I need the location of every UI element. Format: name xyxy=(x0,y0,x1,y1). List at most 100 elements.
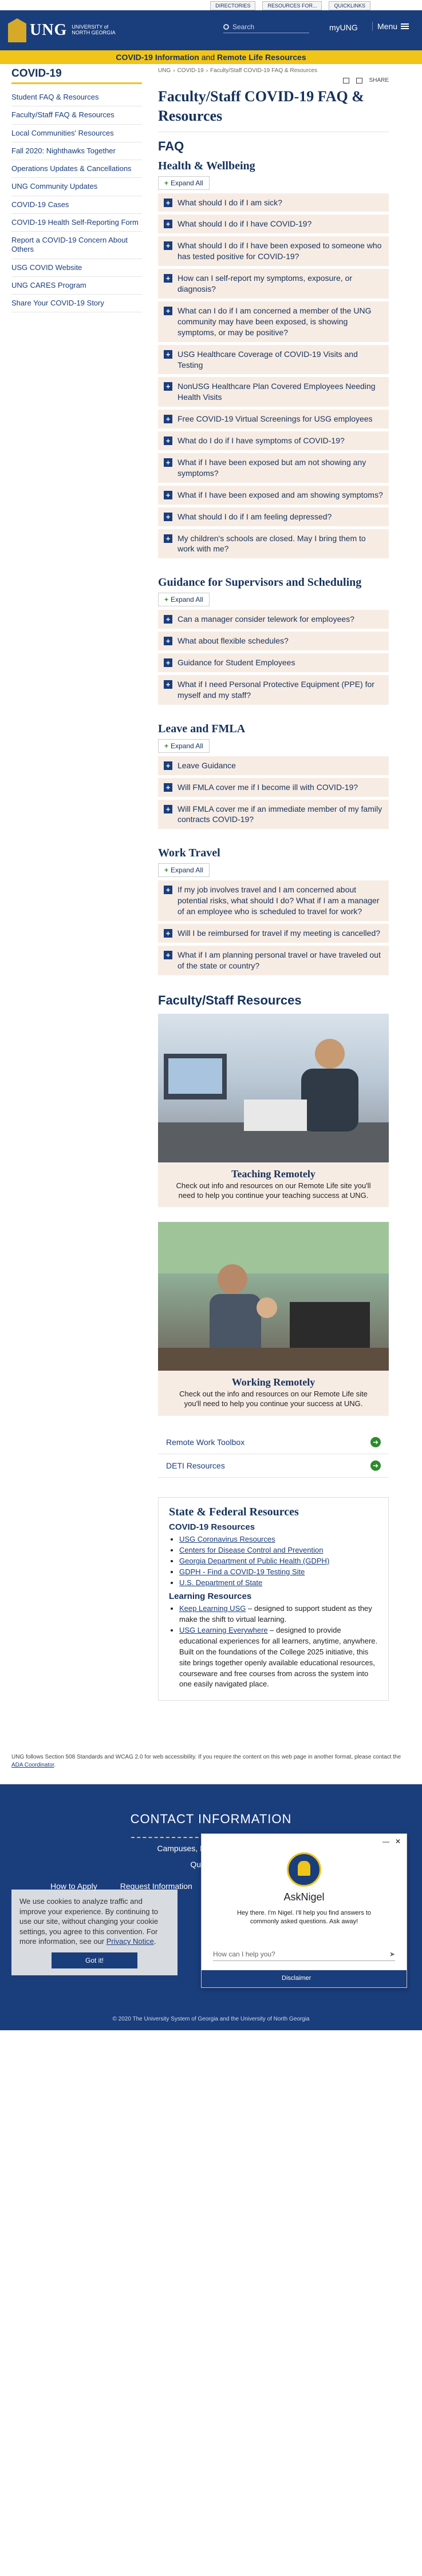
menu-button[interactable]: Menu xyxy=(372,22,409,31)
laptop-shape xyxy=(244,1099,307,1131)
accordion-item[interactable]: + What do I do if I have symptoms of COVI… xyxy=(158,431,389,451)
accordion-item[interactable]: + Leave Guidance xyxy=(158,756,389,776)
page-title: Faculty/Staff COVID-19 FAQ & Resources xyxy=(158,87,389,132)
accordion-label: What about flexible schedules? xyxy=(178,636,289,646)
accordion-item[interactable]: + My children's schools are closed. May I… xyxy=(158,529,389,559)
sidebar-item-report-concern[interactable]: Report a COVID-19 Concern About Others xyxy=(11,232,142,259)
plus-icon: + xyxy=(164,178,169,187)
search-input[interactable]: Search xyxy=(223,23,309,33)
quicklinks-button[interactable]: QUICKLINKS xyxy=(329,1,370,10)
expand-all-button[interactable]: + Expand All xyxy=(158,593,210,607)
minimize-icon[interactable]: — xyxy=(382,1837,389,1845)
covid-info-link[interactable]: COVID-19 Information xyxy=(116,53,199,62)
card-title: Teaching Remotely xyxy=(231,1168,315,1180)
accordion-item[interactable]: + Will FMLA cover me if an immediate memb… xyxy=(158,799,389,830)
accordion-item[interactable]: + What if I have been exposed but am not … xyxy=(158,453,389,483)
accordion-item[interactable]: + How can I self-report my symptoms, expo… xyxy=(158,269,389,299)
gdph-testing-link[interactable]: GDPH - Find a COVID-19 Testing Site xyxy=(179,1567,305,1576)
accordion-label: Can a manager consider telework for empl… xyxy=(178,614,354,624)
sidebar-item-ung-cares[interactable]: UNG CARES Program xyxy=(11,277,142,295)
sidebar-item-usg-covid[interactable]: USG COVID Website xyxy=(11,259,142,277)
accordion-item[interactable]: + If my job involves travel and I am conc… xyxy=(158,880,389,922)
plus-icon: + xyxy=(164,741,169,750)
accordion-item[interactable]: + What should I do if I am feeling depres… xyxy=(158,507,389,527)
sidebar-item-local-communities[interactable]: Local Communities' Resources xyxy=(11,125,142,142)
accordion-item[interactable]: + What should I do if I have COVID-19? xyxy=(158,215,389,235)
utility-bar: DIRECTORIES RESOURCES FOR... QUICKLINKS xyxy=(0,0,422,10)
ung-logo[interactable]: UNG UNIVERSITY of NORTH GEORGIA xyxy=(8,18,116,42)
accordion-label: What should I do if I am sick? xyxy=(178,197,282,207)
plus-icon: + xyxy=(164,866,169,875)
sidebar-item-operations[interactable]: Operations Updates & Cancellations xyxy=(11,160,142,178)
accordion-item[interactable]: + Free COVID-19 Virtual Screenings for US… xyxy=(158,410,389,430)
teaching-remotely-card[interactable]: Teaching Remotely Check out info and res… xyxy=(158,1013,389,1208)
working-photo-art xyxy=(158,1222,389,1371)
logo-text: UNG xyxy=(30,21,68,39)
directories-button[interactable]: DIRECTORIES xyxy=(210,1,256,10)
send-icon[interactable]: ➤ xyxy=(389,1950,395,1958)
teaching-photo xyxy=(158,1013,389,1162)
accordion-item[interactable]: + What can I do if I am concerned a membe… xyxy=(158,301,389,343)
laptop-shape xyxy=(290,1302,370,1348)
expand-all-button[interactable]: + Expand All xyxy=(158,863,210,878)
disclaimer-link[interactable]: Disclaimer xyxy=(282,1975,311,1982)
cdc-link[interactable]: Centers for Disease Control and Preventi… xyxy=(179,1546,323,1554)
usg-coronavirus-link[interactable]: USG Coronavirus Resources xyxy=(179,1535,275,1543)
sidebar-item-share-story[interactable]: Share Your COVID-19 Story xyxy=(11,295,142,313)
accordion-item[interactable]: + Can a manager consider telework for emp… xyxy=(158,610,389,630)
sidebar-item-student-faq[interactable]: Student FAQ & Resources xyxy=(11,89,142,107)
dept-state-link[interactable]: U.S. Department of State xyxy=(179,1578,262,1587)
keep-learning-link[interactable]: Keep Learning USG xyxy=(179,1604,246,1613)
accordion-item[interactable]: + What about flexible schedules? xyxy=(158,632,389,652)
plus-icon: + xyxy=(164,928,172,938)
gdph-link[interactable]: Georgia Department of Public Health (GDP… xyxy=(179,1557,329,1565)
breadcrumb-covid[interactable]: COVID-19 xyxy=(178,68,204,74)
accordion-item[interactable]: + NonUSG Healthcare Plan Covered Employee… xyxy=(158,377,389,408)
accordion-item[interactable]: + What if I need Personal Protective Equi… xyxy=(158,674,389,705)
cookie-accept-button[interactable]: Got it! xyxy=(52,1952,137,1969)
alert-and: and xyxy=(199,53,217,62)
section-title: Guidance for Supervisors and Scheduling xyxy=(158,576,362,589)
breadcrumb-separator-icon: › xyxy=(206,68,208,74)
ada-coordinator-link[interactable]: ADA Coordinator xyxy=(11,1762,54,1768)
accordion-item[interactable]: + What should I do if I am sick? xyxy=(158,193,389,213)
plus-icon: + xyxy=(164,783,172,792)
remote-life-link[interactable]: Remote Life Resources xyxy=(217,53,306,62)
expand-all-button[interactable]: + Expand All xyxy=(158,176,210,190)
accordion-item[interactable]: + Will I be reimbursed for travel if my m… xyxy=(158,923,389,943)
sidebar-item-fall-2020[interactable]: Fall 2020: Nighthawks Together xyxy=(11,142,142,160)
sidebar-title: COVID-19 xyxy=(11,68,142,84)
deti-resources-link[interactable]: DETI Resources ➜ xyxy=(158,1454,389,1478)
sidebar-item-community-updates[interactable]: UNG Community Updates xyxy=(11,178,142,196)
sidebar-item-faculty-faq[interactable]: Faculty/Staff FAQ & Resources xyxy=(11,106,142,125)
accordion-item[interactable]: + What should I do if I have been exposed… xyxy=(158,236,389,267)
section-title: Work Travel xyxy=(158,847,220,860)
accordion-item[interactable]: + USG Healthcare Coverage of COVID-19 Vis… xyxy=(158,344,389,375)
close-icon[interactable]: ✕ xyxy=(395,1837,401,1845)
link-label: DETI Resources xyxy=(166,1461,225,1471)
search-icon xyxy=(223,24,229,30)
expand-all-label: Expand All xyxy=(171,596,203,604)
sidebar-item-cases[interactable]: COVID-19 Cases xyxy=(11,196,142,214)
email-icon[interactable] xyxy=(356,77,362,84)
working-remotely-card[interactable]: Working Remotely Check out the info and … xyxy=(158,1222,389,1416)
breadcrumb-ung[interactable]: UNG xyxy=(158,68,171,74)
expand-all-button[interactable]: + Expand All xyxy=(158,739,210,753)
resources-for-button[interactable]: RESOURCES FOR... xyxy=(262,1,322,10)
learning-everywhere-link[interactable]: USG Learning Everywhere xyxy=(179,1626,268,1634)
remote-work-toolbox-link[interactable]: Remote Work Toolbox ➜ xyxy=(158,1431,389,1455)
accessibility-text: UNG follows Section 508 Standards and WC… xyxy=(11,1754,401,1761)
share-button[interactable]: SHARE xyxy=(369,77,389,84)
chat-input[interactable]: How can I help you? ➤ xyxy=(213,1948,395,1962)
accordion-item[interactable]: + Guidance for Student Employees xyxy=(158,653,389,673)
privacy-notice-link[interactable]: Privacy Notice xyxy=(107,1937,154,1946)
accordion-item[interactable]: + Will FMLA cover me if I become ill with… xyxy=(158,777,389,797)
monitor-screen xyxy=(168,1058,222,1094)
print-icon[interactable] xyxy=(342,77,349,84)
logo-subtext: UNIVERSITY of NORTH GEORGIA xyxy=(72,24,115,36)
accordion-item[interactable]: + What if I am planning personal travel o… xyxy=(158,945,389,976)
sidebar-item-self-report[interactable]: COVID-19 Health Self-Reporting Form xyxy=(11,214,142,232)
myung-link[interactable]: myUNG xyxy=(329,23,358,32)
chatbot-name: AskNigel xyxy=(283,1891,325,1903)
accordion-item[interactable]: + What if I have been exposed and am show… xyxy=(158,485,389,505)
